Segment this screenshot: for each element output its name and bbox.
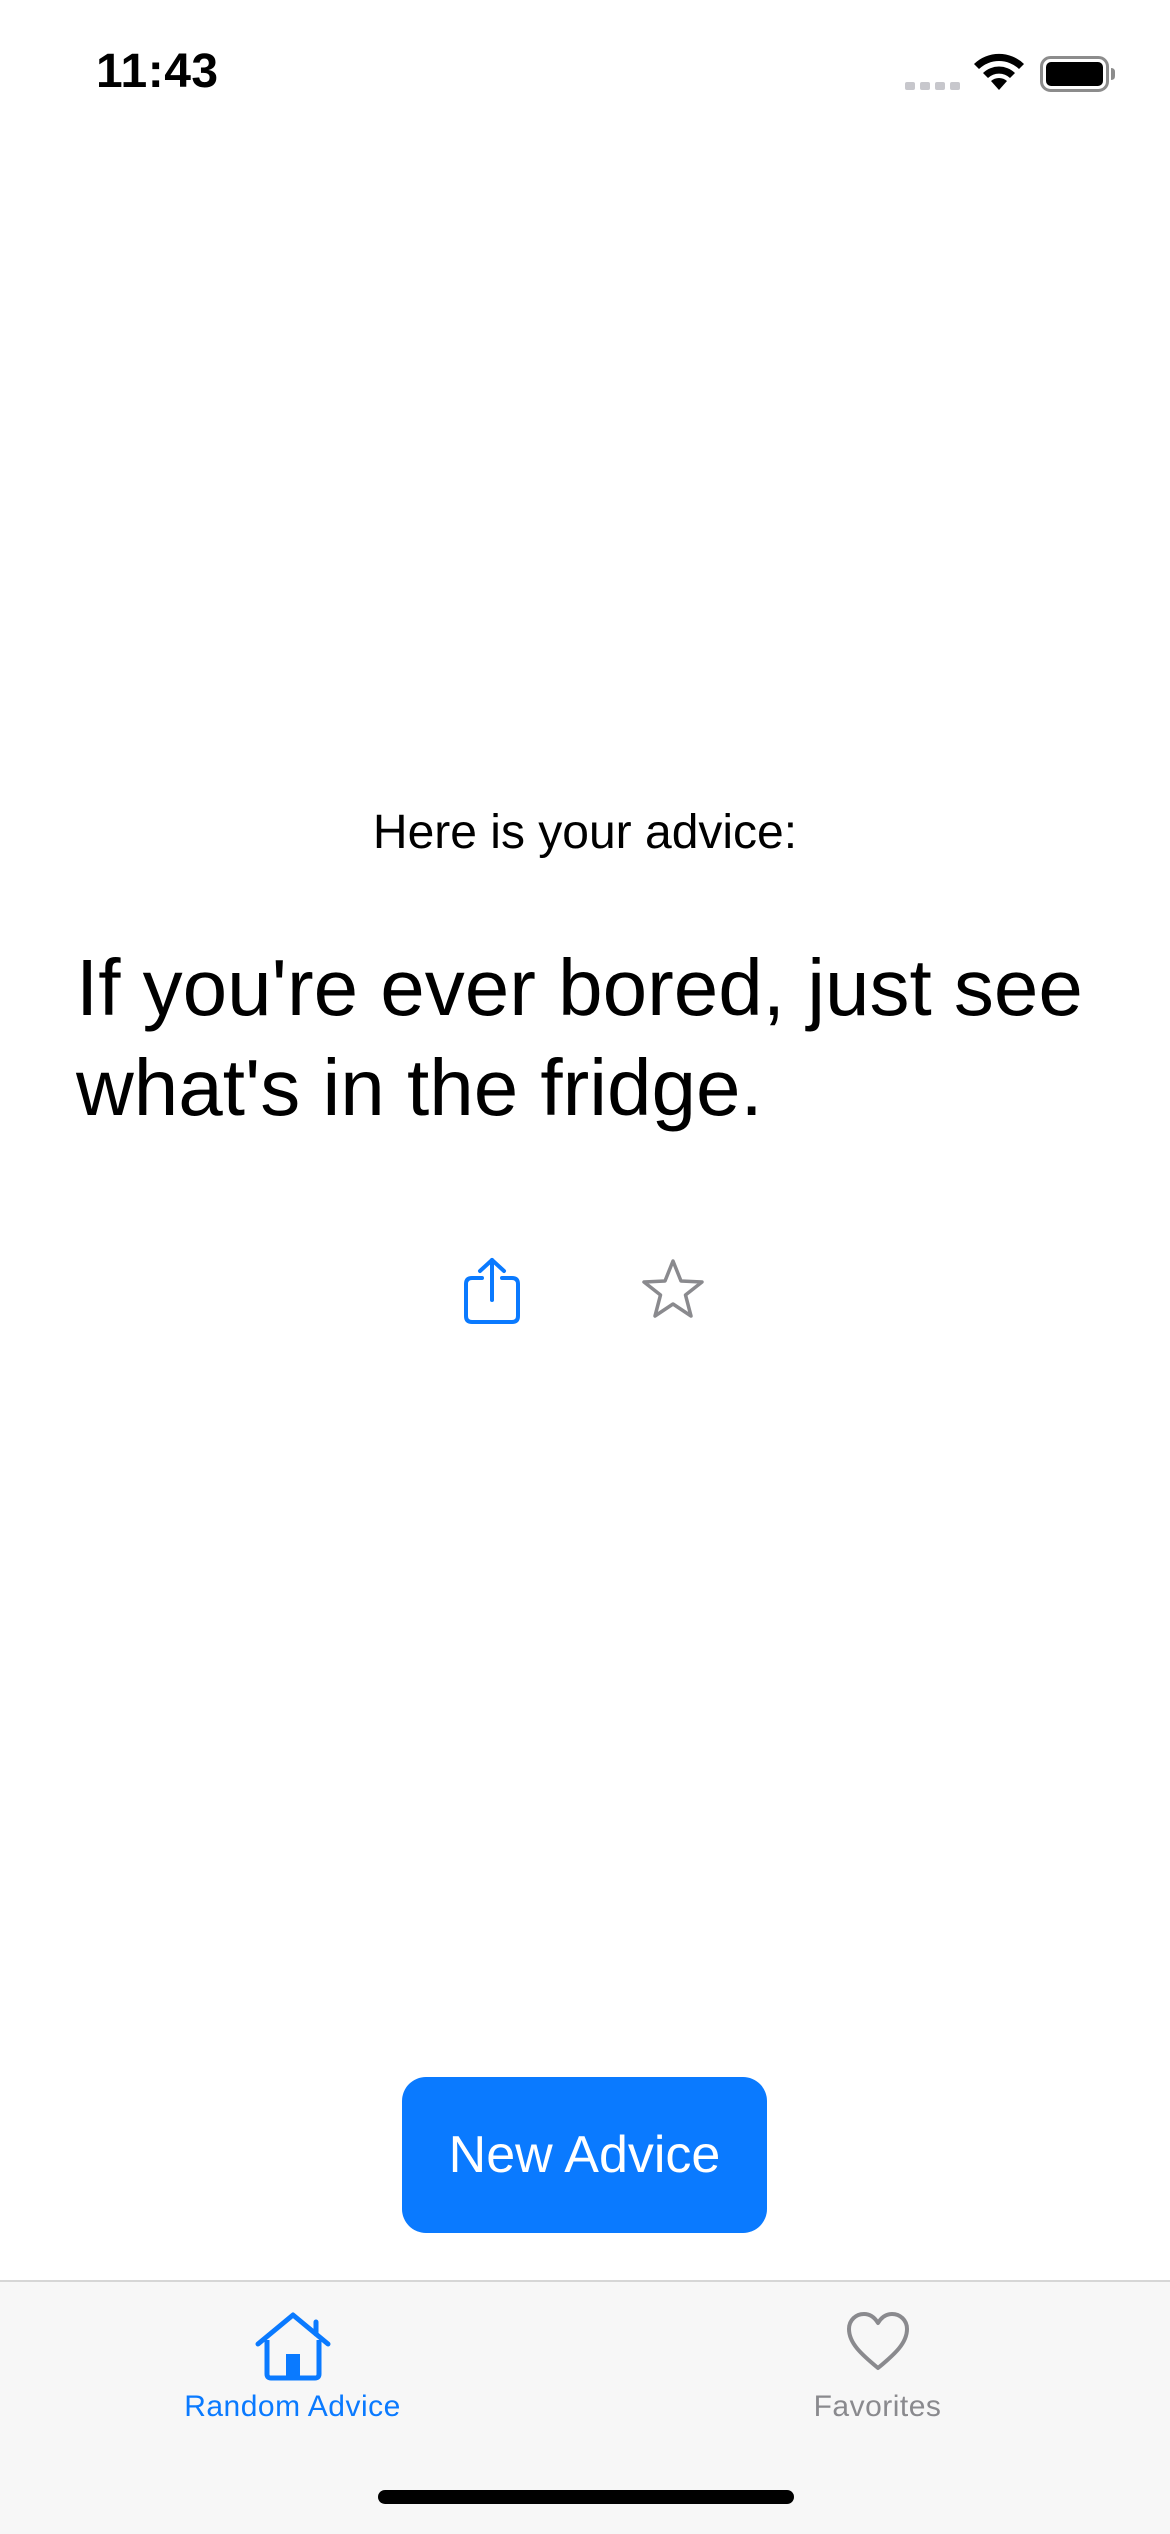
tab-favorites-label: Favorites bbox=[813, 2390, 942, 2423]
status-time: 11:43 bbox=[96, 45, 219, 98]
star-icon bbox=[642, 1259, 704, 1318]
home-indicator bbox=[378, 2490, 794, 2504]
share-button[interactable] bbox=[460, 1256, 524, 1324]
new-advice-button[interactable]: New Advice bbox=[402, 2077, 767, 2233]
favorite-button[interactable] bbox=[640, 1258, 706, 1322]
advice-text: If you're ever bored, just see what's in… bbox=[76, 943, 1083, 1132]
status-bar: 11:43 bbox=[0, 0, 1170, 140]
advice-heading: Here is your advice: bbox=[372, 806, 798, 859]
tab-favorites[interactable]: Favorites bbox=[585, 2282, 1170, 2462]
house-icon bbox=[255, 2312, 330, 2381]
battery-icon bbox=[1040, 56, 1115, 92]
tab-random-advice[interactable]: Random Advice bbox=[0, 2282, 585, 2462]
share-icon bbox=[464, 1258, 520, 1324]
tab-random-advice-label: Random Advice bbox=[184, 2390, 401, 2423]
wifi-icon bbox=[974, 53, 1024, 90]
heart-icon bbox=[846, 2312, 909, 2370]
cellular-signal-icon bbox=[905, 82, 960, 90]
